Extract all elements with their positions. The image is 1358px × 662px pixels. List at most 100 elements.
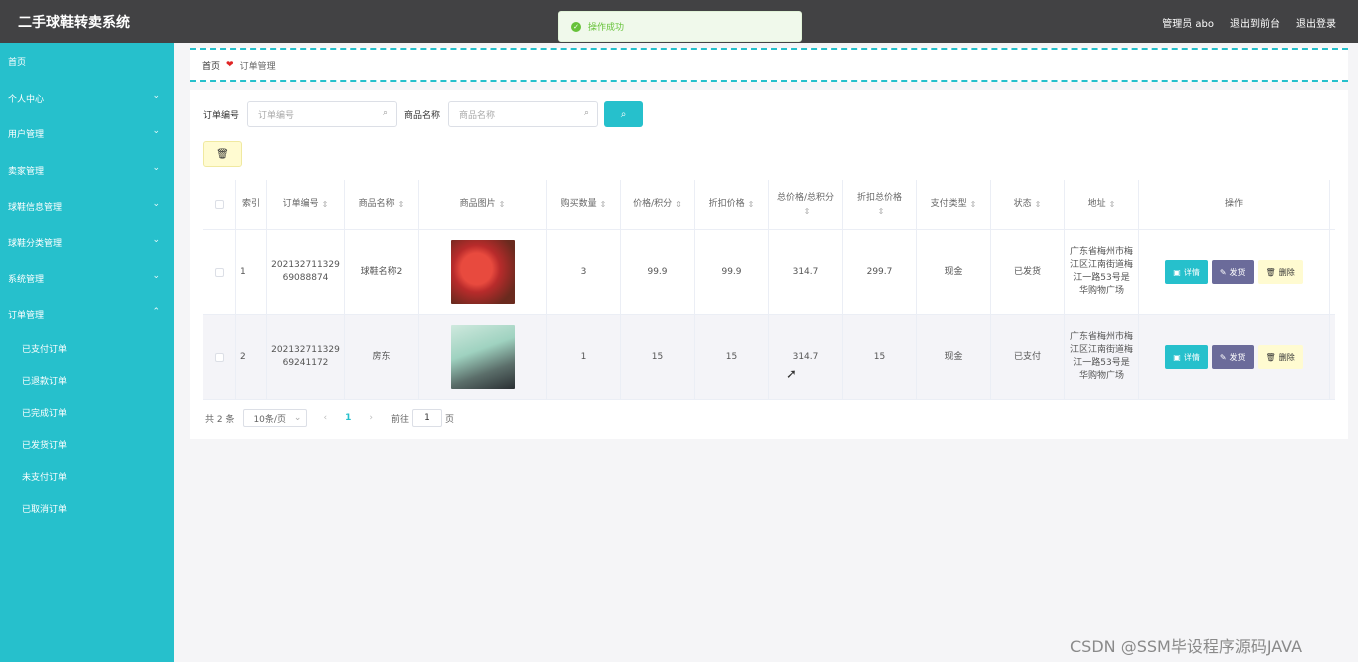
logout-link[interactable]: 退出登录 [1296,15,1336,30]
sidebar-item-orders[interactable]: 订单管理 ⌃ [0,296,174,332]
delete-button[interactable]: 🗑 删除 [1257,345,1303,369]
table-row: 1 20213271132969088874 球鞋名称2 3 99.9 99.9… [203,230,1335,315]
header-label: 地址 [1087,199,1106,209]
header-actions: 操作 [1139,180,1330,229]
cell-status: 已支付 [991,315,1065,399]
sidebar-item-system[interactable]: 系统管理 ⌄ [0,260,174,296]
ship-button[interactable]: ✎ 发货 [1211,345,1254,369]
header-image[interactable]: 商品图片 ⇕ [419,180,547,229]
header-label: 商品图片 [459,199,496,209]
cell-price: 15 [621,315,695,399]
cell-discount-total: 299.7 [843,230,917,314]
sidebar-subitem-shipped[interactable]: 已发货订单 [0,428,174,460]
page-unit-label: 页 [444,414,454,425]
sort-icon: ⇕ [803,206,811,216]
cell-image [419,315,547,399]
header-index: 索引 [236,180,267,229]
goto-page-input[interactable]: 1 [411,409,442,427]
header-goods[interactable]: 商品名称 ⇕ [345,180,419,229]
sidebar-item-categories[interactable]: 球鞋分类管理 ⌄ [0,224,174,260]
sidebar-subitem-paid[interactable]: 已支付订单 [0,332,174,364]
header-label: 支付类型 [930,199,967,209]
total-count: 共 2 条 [205,414,235,425]
cell-order-no: 20213271132969241172 [267,315,345,399]
detail-button[interactable]: ▣ 详情 [1165,260,1208,284]
sidebar-item-shoes[interactable]: 球鞋信息管理 ⌄ [0,188,174,224]
sort-icon: ⇕ [877,206,885,216]
page-size-select[interactable]: 10条/页 ⌄ [243,409,308,427]
detail-icon: ▣ [1173,267,1181,277]
page-size-value: 10条/页 [253,414,286,425]
cell-index: 1 [236,230,267,314]
sort-icon: ⇕ [397,200,405,209]
breadcrumb: 首页 ❤ 订单管理 [190,48,1348,82]
sidebar-item-label: 系统管理 [8,274,45,285]
delete-button[interactable]: 🗑 删除 [1257,260,1303,284]
search-button[interactable]: ⌕ [604,101,643,127]
header-order-no[interactable]: 订单编号 ⇕ [267,180,345,229]
header-label: 总价格/总积分 [776,192,835,203]
chevron-down-icon: ⌄ [152,199,160,209]
edit-icon: ✎ [1219,267,1227,277]
header-total[interactable]: 总价格/总积分 ⇕ [769,180,843,229]
cell-discount: 15 [695,315,769,399]
batch-delete-button[interactable]: 🗑 [203,141,242,167]
header-status[interactable]: 状态 ⇕ [991,180,1065,229]
search-icon: ⌕ [382,108,388,118]
prev-page-button[interactable]: ‹ [323,413,327,423]
cell-total: 314.7 [769,315,843,399]
cell-status: 已发货 [991,230,1065,314]
next-page-button[interactable]: › [369,413,373,423]
pagination: 共 2 条 10条/页 ⌄ ‹ 1 › 前往 1 页 [205,409,454,427]
cell-discount: 99.9 [695,230,769,314]
header-label: 商品名称 [358,199,395,209]
breadcrumb-home[interactable]: 首页 [202,59,220,72]
cell-image [419,230,547,314]
header-price[interactable]: 价格/积分 ⇕ [621,180,695,229]
sort-icon: ⇕ [1108,200,1116,209]
current-page[interactable]: 1 [345,413,351,423]
search-icon: ⌕ [583,108,589,118]
table-header-row: 索引 订单编号 ⇕ 商品名称 ⇕ 商品图片 ⇕ 购买数量 ⇕ 价格/积分 ⇕ 折扣价格 ⇕ … [203,180,1335,230]
toast-message: 操作成功 [588,23,625,33]
order-no-input[interactable]: 订单编号 ⌕ [247,101,397,127]
header-address[interactable]: 地址 ⇕ [1065,180,1139,229]
sidebar-item-sellers[interactable]: 卖家管理 ⌄ [0,152,174,188]
goods-name-label: 商品名称 [404,111,441,121]
cell-qty: 1 [547,315,621,399]
sidebar-item-profile[interactable]: 个人中心 ⌄ [0,80,174,116]
row-checkbox[interactable] [214,267,224,277]
app-title: 二手球鞋转卖系统 [18,15,130,31]
goto-label: 前往 [390,414,409,425]
sidebar-subitem-completed[interactable]: 已完成订单 [0,396,174,428]
chevron-down-icon: ⌄ [152,126,160,136]
select-all-checkbox-cell [203,180,236,229]
sidebar-item-users[interactable]: 用户管理 ⌄ [0,115,174,151]
sidebar-subitem-refunded[interactable]: 已退款订单 [0,364,174,396]
sidebar-subitem-label: 未支付订单 [22,472,68,483]
select-all-checkbox[interactable] [214,200,224,209]
header-discount[interactable]: 折扣价格 ⇕ [695,180,769,229]
trash-icon: 🗑 [1265,267,1276,277]
sidebar-subitem-cancelled[interactable]: 已取消订单 [0,492,174,524]
search-icon: ⌕ [620,108,627,120]
detail-label: 详情 [1183,267,1200,277]
ship-button[interactable]: ✎ 发货 [1211,260,1254,284]
header-discount-total[interactable]: 折扣总价格 ⇕ [843,180,917,229]
sidebar-subitem-unpaid[interactable]: 未支付订单 [0,460,174,492]
sidebar-item-home[interactable]: 首页 [0,43,174,79]
table-row: 2 20213271132969241172 房东 1 15 15 314.7 … [203,315,1335,400]
header-label: 购买数量 [560,199,597,209]
sidebar-subitem-label: 已退款订单 [22,376,68,387]
header-pay-type[interactable]: 支付类型 ⇕ [917,180,991,229]
front-link[interactable]: 退出到前台 [1230,15,1280,30]
row-checkbox[interactable] [214,352,224,362]
header-label: 折扣价格 [708,199,745,209]
sidebar-item-label: 首页 [8,57,27,68]
header-qty[interactable]: 购买数量 ⇕ [547,180,621,229]
cell-total: 314.7 [769,230,843,314]
header-label: 折扣总价格 [856,192,902,203]
goods-name-input[interactable]: 商品名称 ⌕ [448,101,598,127]
cell-discount-total: 15 [843,315,917,399]
detail-button[interactable]: ▣ 详情 [1165,345,1208,369]
